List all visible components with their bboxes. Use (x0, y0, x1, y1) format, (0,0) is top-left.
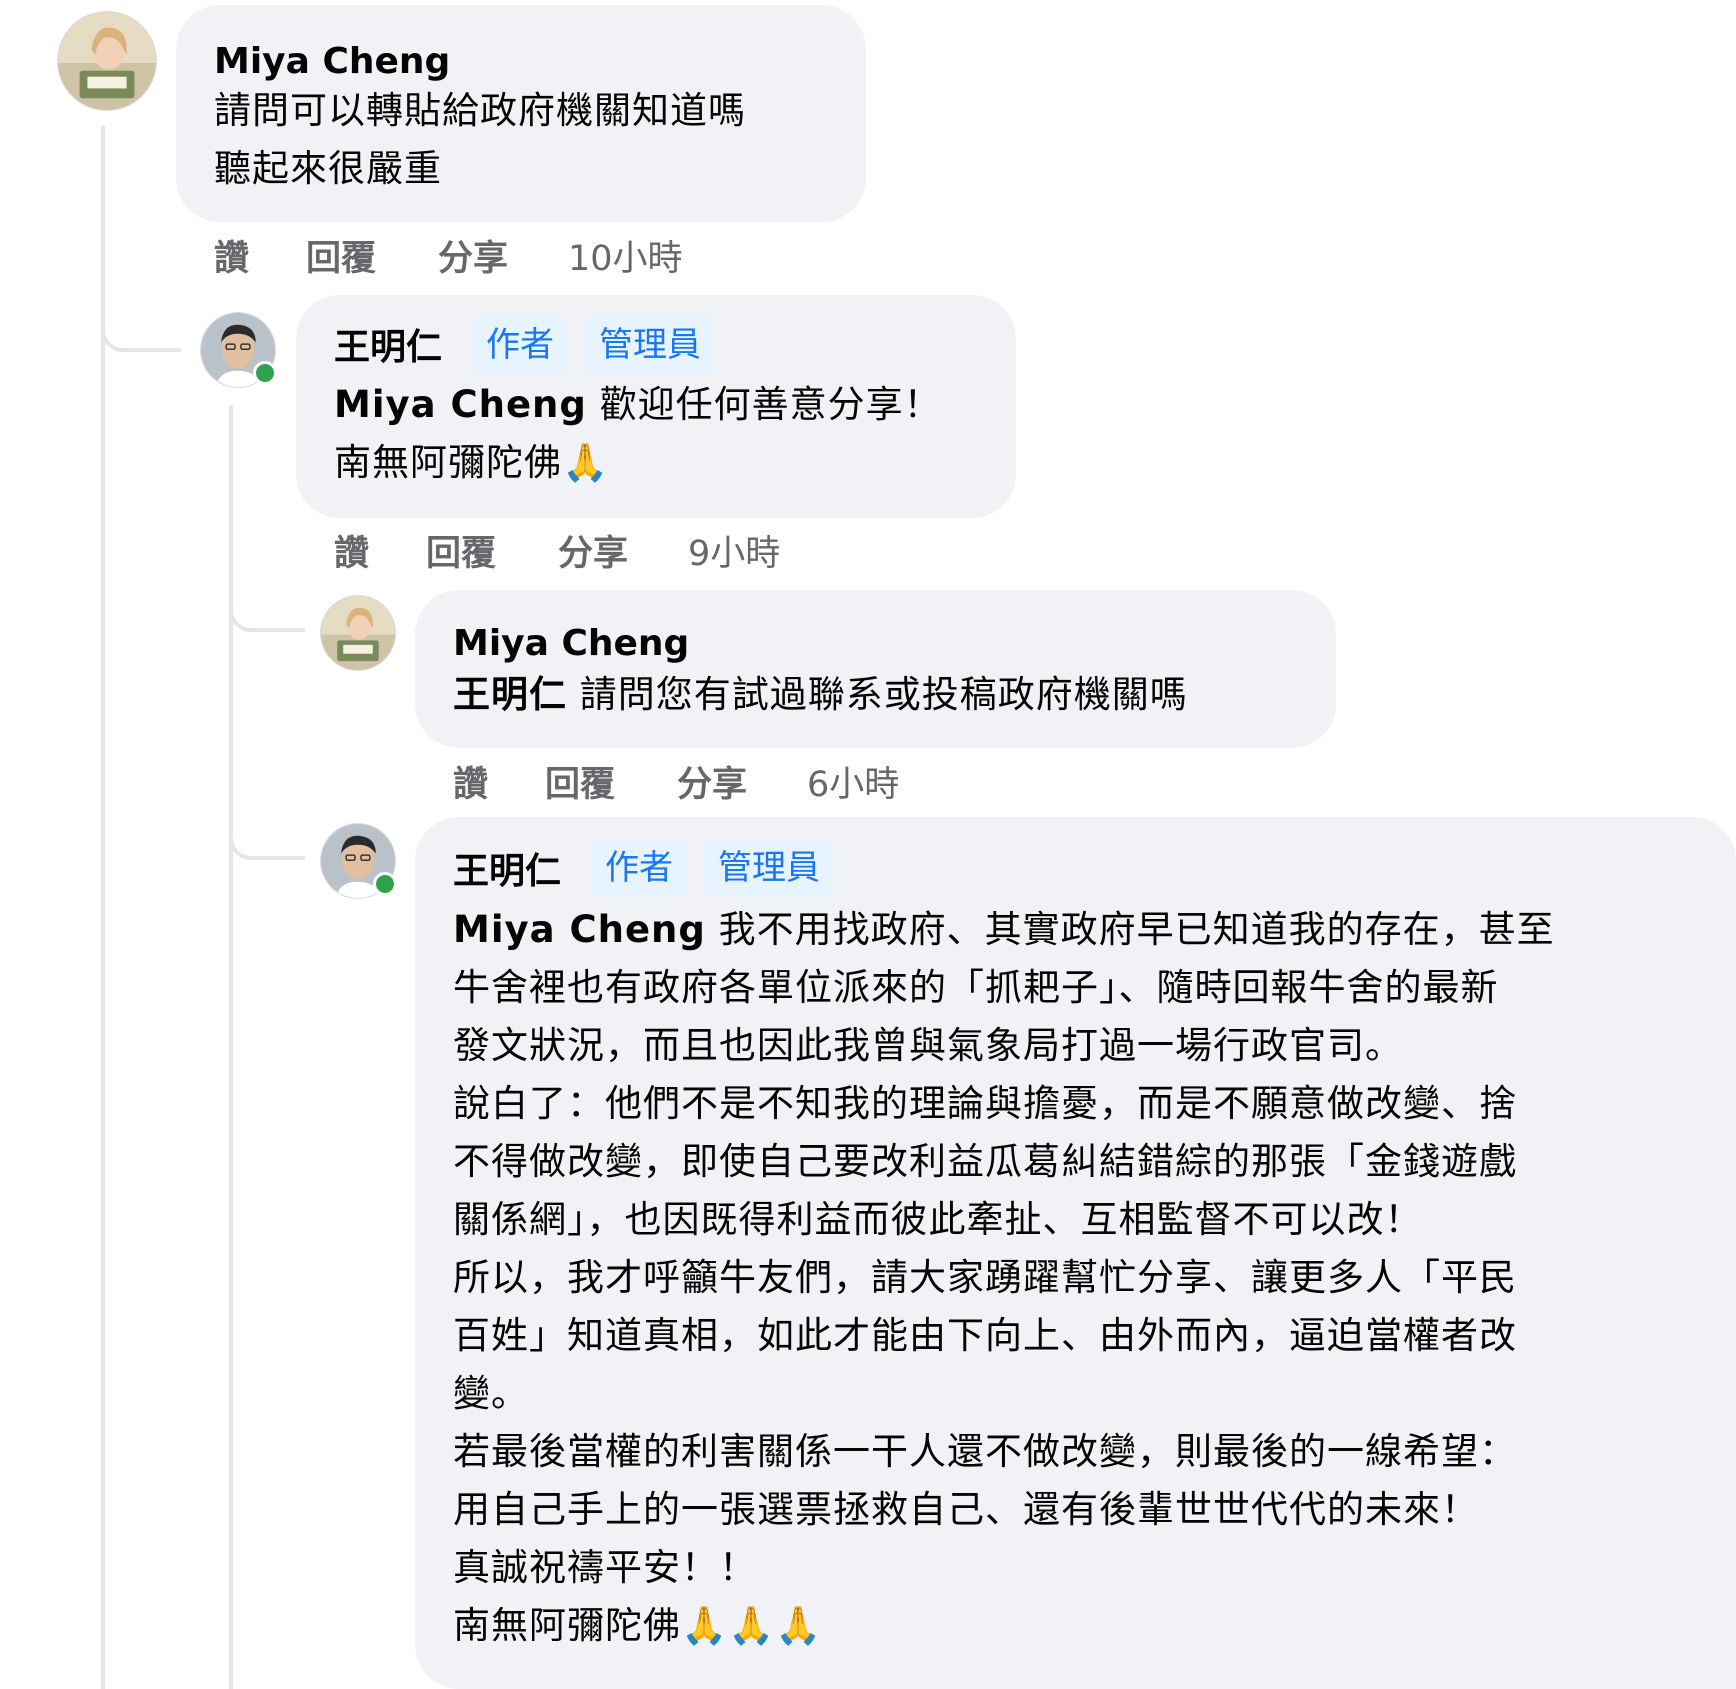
online-status-icon (253, 361, 277, 385)
comment-text-line: 不得做改變，即使自己要改利益瓜葛糾結錯綜的那張「金錢遊戲 (453, 1140, 1517, 1183)
mention-link[interactable]: Miya Cheng (334, 383, 587, 426)
comment-text-line: 若最後當權的利害關係一干人還不做改變，則最後的一線希望： (453, 1430, 1517, 1473)
comment-text-line: 牛舍裡也有政府各單位派來的「抓耙子」、隨時回報牛舍的最新 (453, 966, 1499, 1009)
author-badge: 作者 (591, 839, 687, 897)
comment-text: 歡迎任何善意分享！ (599, 383, 942, 426)
comment-text: 請問您有試過聯系或投稿政府機關嗎 (579, 673, 1188, 716)
comment-text-line: 請問可以轉貼給政府機關知道嗎 (214, 89, 746, 132)
comment-text-line: 所以，我才呼籲牛友們，請大家踴躍幫忙分享、讓更多人「平民 (453, 1256, 1517, 1299)
avatar[interactable] (321, 596, 395, 670)
thread-connector-reply-2 (229, 580, 305, 632)
reply-button[interactable]: 回覆 (426, 525, 496, 576)
admin-badge: 管理員 (585, 316, 715, 374)
avatar[interactable] (201, 313, 277, 387)
thread-line-main (101, 126, 105, 1689)
comment-text-line: 聽起來很嚴重 (214, 147, 442, 190)
like-button[interactable]: 讚 (214, 230, 249, 281)
comment-author[interactable]: Miya Cheng (214, 40, 450, 84)
profile-photo-icon (321, 596, 395, 670)
thread-connector-reply-3 (229, 808, 305, 860)
comment-text-line: 百姓」知道真相，如此才能由下向上、由外而內，逼迫當權者改 (453, 1314, 1517, 1357)
share-button[interactable]: 分享 (438, 230, 508, 281)
comment-text-line: 說白了：他們不是不知我的理論與擔憂，而是不願意做改變、捨 (453, 1082, 1517, 1125)
comment-text-line: 用自己手上的一張選票拯救自己、還有後輩世世代代的未來！ (453, 1488, 1479, 1531)
reply-button[interactable]: 回覆 (306, 230, 376, 281)
mention-link[interactable]: 王明仁 (453, 673, 567, 716)
comment-text: 我不用找政府、其實政府早已知道我的存在，甚至 (718, 908, 1555, 951)
avatar[interactable] (58, 12, 156, 110)
comment-text-line: Miya Cheng 歡迎任何善意分享！ (334, 376, 942, 434)
reply-button[interactable]: 回覆 (545, 756, 615, 807)
comment-text-line: 真誠祝禱平安！！ (453, 1546, 757, 1589)
online-status-icon (373, 872, 397, 896)
comment-text-line: 王明仁 請問您有試過聯系或投稿政府機關嗎 (453, 666, 1188, 724)
comment-author[interactable]: Miya Cheng (453, 622, 689, 666)
comment-text-line: 南無阿彌陀佛🙏 (334, 441, 610, 484)
profile-photo-icon (58, 12, 156, 110)
timestamp[interactable]: 6小時 (807, 756, 899, 807)
comment-text-line: 南無阿彌陀佛🙏🙏🙏 (453, 1604, 823, 1647)
comment-text-line: Miya Cheng 我不用找政府、其實政府早已知道我的存在，甚至 (453, 901, 1555, 959)
share-button[interactable]: 分享 (558, 525, 628, 576)
admin-badge: 管理員 (704, 839, 834, 897)
timestamp[interactable]: 10小時 (568, 230, 683, 281)
author-badge: 作者 (472, 316, 568, 374)
comment-author[interactable]: 王明仁 (453, 850, 561, 894)
comment-text-line: 關係網」，也因既得利益而彼此牽扯、互相監督不可以改！ (453, 1198, 1423, 1241)
comment-text-line: 發文狀況，而且也因此我曾與氣象局打過一場行政官司。 (453, 1024, 1403, 1067)
mention-link[interactable]: Miya Cheng (453, 908, 706, 951)
avatar[interactable] (321, 824, 397, 898)
thread-connector-reply-1 (101, 300, 181, 352)
share-button[interactable]: 分享 (677, 756, 747, 807)
comment-text-line: 變。 (453, 1372, 529, 1415)
like-button[interactable]: 讚 (453, 756, 488, 807)
like-button[interactable]: 讚 (334, 525, 369, 576)
comment-author[interactable]: 王明仁 (334, 326, 442, 370)
timestamp[interactable]: 9小時 (688, 525, 780, 576)
